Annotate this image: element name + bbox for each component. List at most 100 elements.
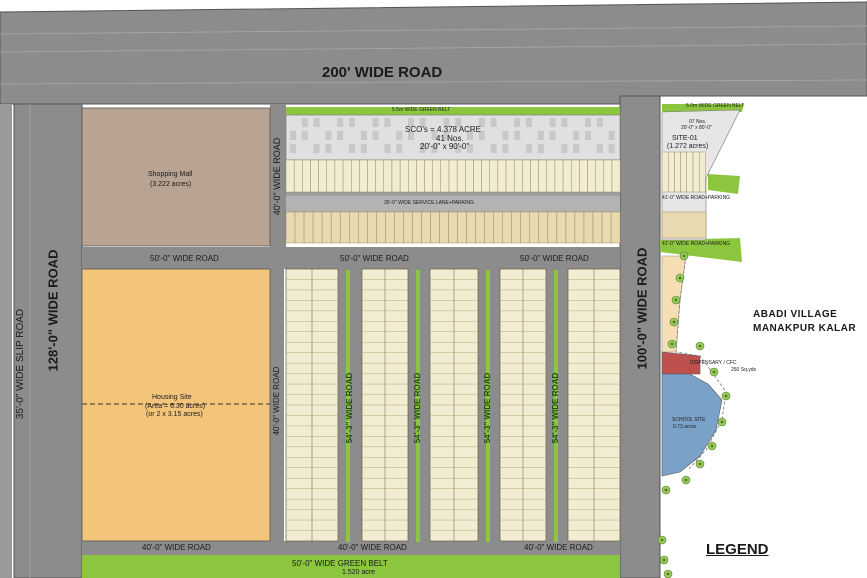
- housing-title: Housing Site: [152, 394, 192, 401]
- mall-area: (3.222 acres): [150, 181, 192, 188]
- tree-icon: [663, 569, 673, 578]
- tree-icon: [679, 251, 689, 261]
- road-label-mall-side: 40'-0" WIDE ROAD: [272, 137, 282, 216]
- road-label-inner-4: 54'-3" WIDE ROAD: [551, 372, 560, 444]
- sco-plot: [595, 159, 605, 193]
- sco-plot: [326, 159, 336, 193]
- road-label-128ft: 128'-0" WIDE ROAD: [45, 249, 61, 372]
- sco-plot-lower: [565, 211, 576, 244]
- road-label-housing-side: 40'-0" WIDE ROAD: [272, 366, 281, 436]
- sco-plot: [285, 159, 295, 193]
- sco-plot-lower: [520, 211, 531, 244]
- sco-plot: [538, 159, 548, 193]
- road-label-50ft-mid: 50'-0" WIDE ROAD: [340, 254, 409, 263]
- village-label-1: ABADI VILLAGE: [753, 309, 838, 320]
- road-label-inner-2: 54'-3" WIDE ROAD: [413, 372, 422, 444]
- sco-plot-lower: [457, 211, 467, 244]
- tree-icon: [667, 339, 677, 349]
- sco-plot-lower: [592, 211, 603, 244]
- village-label-2: MANAKPUR KALAR: [753, 323, 857, 334]
- tree-icon: [669, 317, 679, 327]
- sco-plot: [611, 159, 621, 193]
- road-label-bottom-mid: 40'-0" WIDE ROAD: [338, 543, 407, 552]
- sco-plot-lower: [601, 211, 612, 244]
- site01-plot: [661, 151, 669, 193]
- road-label-200ft: 200' WIDE ROAD: [322, 64, 443, 81]
- mall-title: Shopping Mall: [148, 171, 193, 178]
- green-belt-top-label: 5.5m WIDE GREEN BELT: [392, 107, 451, 113]
- tree-icon: [661, 485, 671, 495]
- service-lane-label: 35'-0" WIDE SERVICE LANE+PARKING: [384, 200, 474, 206]
- sco-plot: [571, 159, 580, 193]
- site01-title: SITE-01: [672, 135, 698, 142]
- sco-plot: [579, 159, 588, 193]
- sco-plot-lower: [466, 211, 476, 244]
- site-plan-map: 200' WIDE ROAD 128'-0" WIDE ROAD 35'-0" …: [0, 0, 867, 578]
- sco-plot-lower: [367, 211, 377, 244]
- site01-plot: [692, 151, 700, 193]
- sco-plot-lower: [574, 211, 585, 244]
- sco-plot-lower: [538, 211, 549, 244]
- sco-plot-lower: [430, 211, 440, 244]
- site01-size: 20'-0" x 80'-0": [681, 125, 712, 131]
- sco-plot: [383, 159, 393, 193]
- sco-plot-lower: [330, 211, 341, 244]
- tree-icon: [659, 555, 669, 565]
- site01-plot: [699, 151, 706, 193]
- sco-plot: [440, 159, 450, 193]
- sco-plot-lower: [403, 211, 413, 244]
- tree-icon: [695, 459, 705, 469]
- sco-plot-lower: [421, 211, 431, 244]
- sco-plot-lower: [529, 211, 540, 244]
- sco-plot-lower: [303, 211, 314, 244]
- legend-title: LEGEND: [706, 541, 769, 558]
- school-area: 0.73 acres: [673, 424, 697, 430]
- tree-icon: [695, 341, 705, 351]
- road-label-inner-3: 54'-3" WIDE ROAD: [483, 372, 492, 444]
- sco-plot: [465, 159, 474, 193]
- road-label-50ft-right: 50'-0" WIDE ROAD: [520, 254, 589, 263]
- green-belt-top: [286, 107, 620, 115]
- sco-plot: [562, 159, 572, 193]
- sco-plot: [587, 159, 596, 193]
- sco-plot-lower: [312, 211, 323, 244]
- sco-plot-lower: [511, 211, 521, 244]
- sco-plot-lower: [358, 211, 368, 244]
- sco-plot-lower: [484, 211, 494, 244]
- sco-plot-lower: [475, 211, 485, 244]
- right-road-label-2: 41'-0" WIDE ROAD+PARKING: [662, 241, 731, 247]
- sco-plot: [310, 159, 319, 193]
- tree-icon: [717, 417, 727, 427]
- sco-plot: [505, 159, 515, 193]
- sco-plot: [351, 159, 360, 193]
- tree-icon: [721, 391, 731, 401]
- site01-plot: [674, 151, 681, 193]
- school-title: SCHOOL SITE: [672, 417, 706, 423]
- sco-plot-lower: [285, 211, 296, 244]
- tree-icon: [681, 475, 691, 485]
- sco-label-1: SCO's = 4.378 ACRE: [405, 125, 482, 134]
- sco-plot: [497, 159, 507, 193]
- right-road-label-1: 41'-0" WIDE ROAD+PARKING: [662, 195, 731, 201]
- site01-plot: [686, 151, 694, 193]
- sco-plot-lower: [583, 211, 594, 244]
- sco-plot: [367, 159, 376, 193]
- housing-area-1: (Area = 6.30 acres): [145, 403, 206, 410]
- sco-plot: [416, 159, 425, 193]
- road-label-bottom-right: 40'-0" WIDE ROAD: [524, 543, 593, 552]
- sco-plot: [318, 159, 327, 193]
- sco-plot-lower: [412, 211, 422, 244]
- road-label-bottom-left: 40'-0" WIDE ROAD: [142, 543, 211, 552]
- sco-plot: [473, 159, 482, 193]
- sco-plot: [432, 159, 442, 193]
- tree-icon: [675, 273, 685, 283]
- sco-plot: [359, 159, 368, 193]
- site01-area: (1.272 acres): [667, 143, 709, 150]
- sco-plot: [293, 159, 303, 193]
- dispensary-area: 250 Sq.yds: [731, 367, 757, 373]
- sco-label-3: 20'-0" x 90'-0": [420, 142, 470, 151]
- sco-plot: [514, 159, 523, 193]
- sco-plot: [399, 159, 409, 193]
- sco-plot: [342, 159, 352, 193]
- tree-icon: [707, 441, 717, 451]
